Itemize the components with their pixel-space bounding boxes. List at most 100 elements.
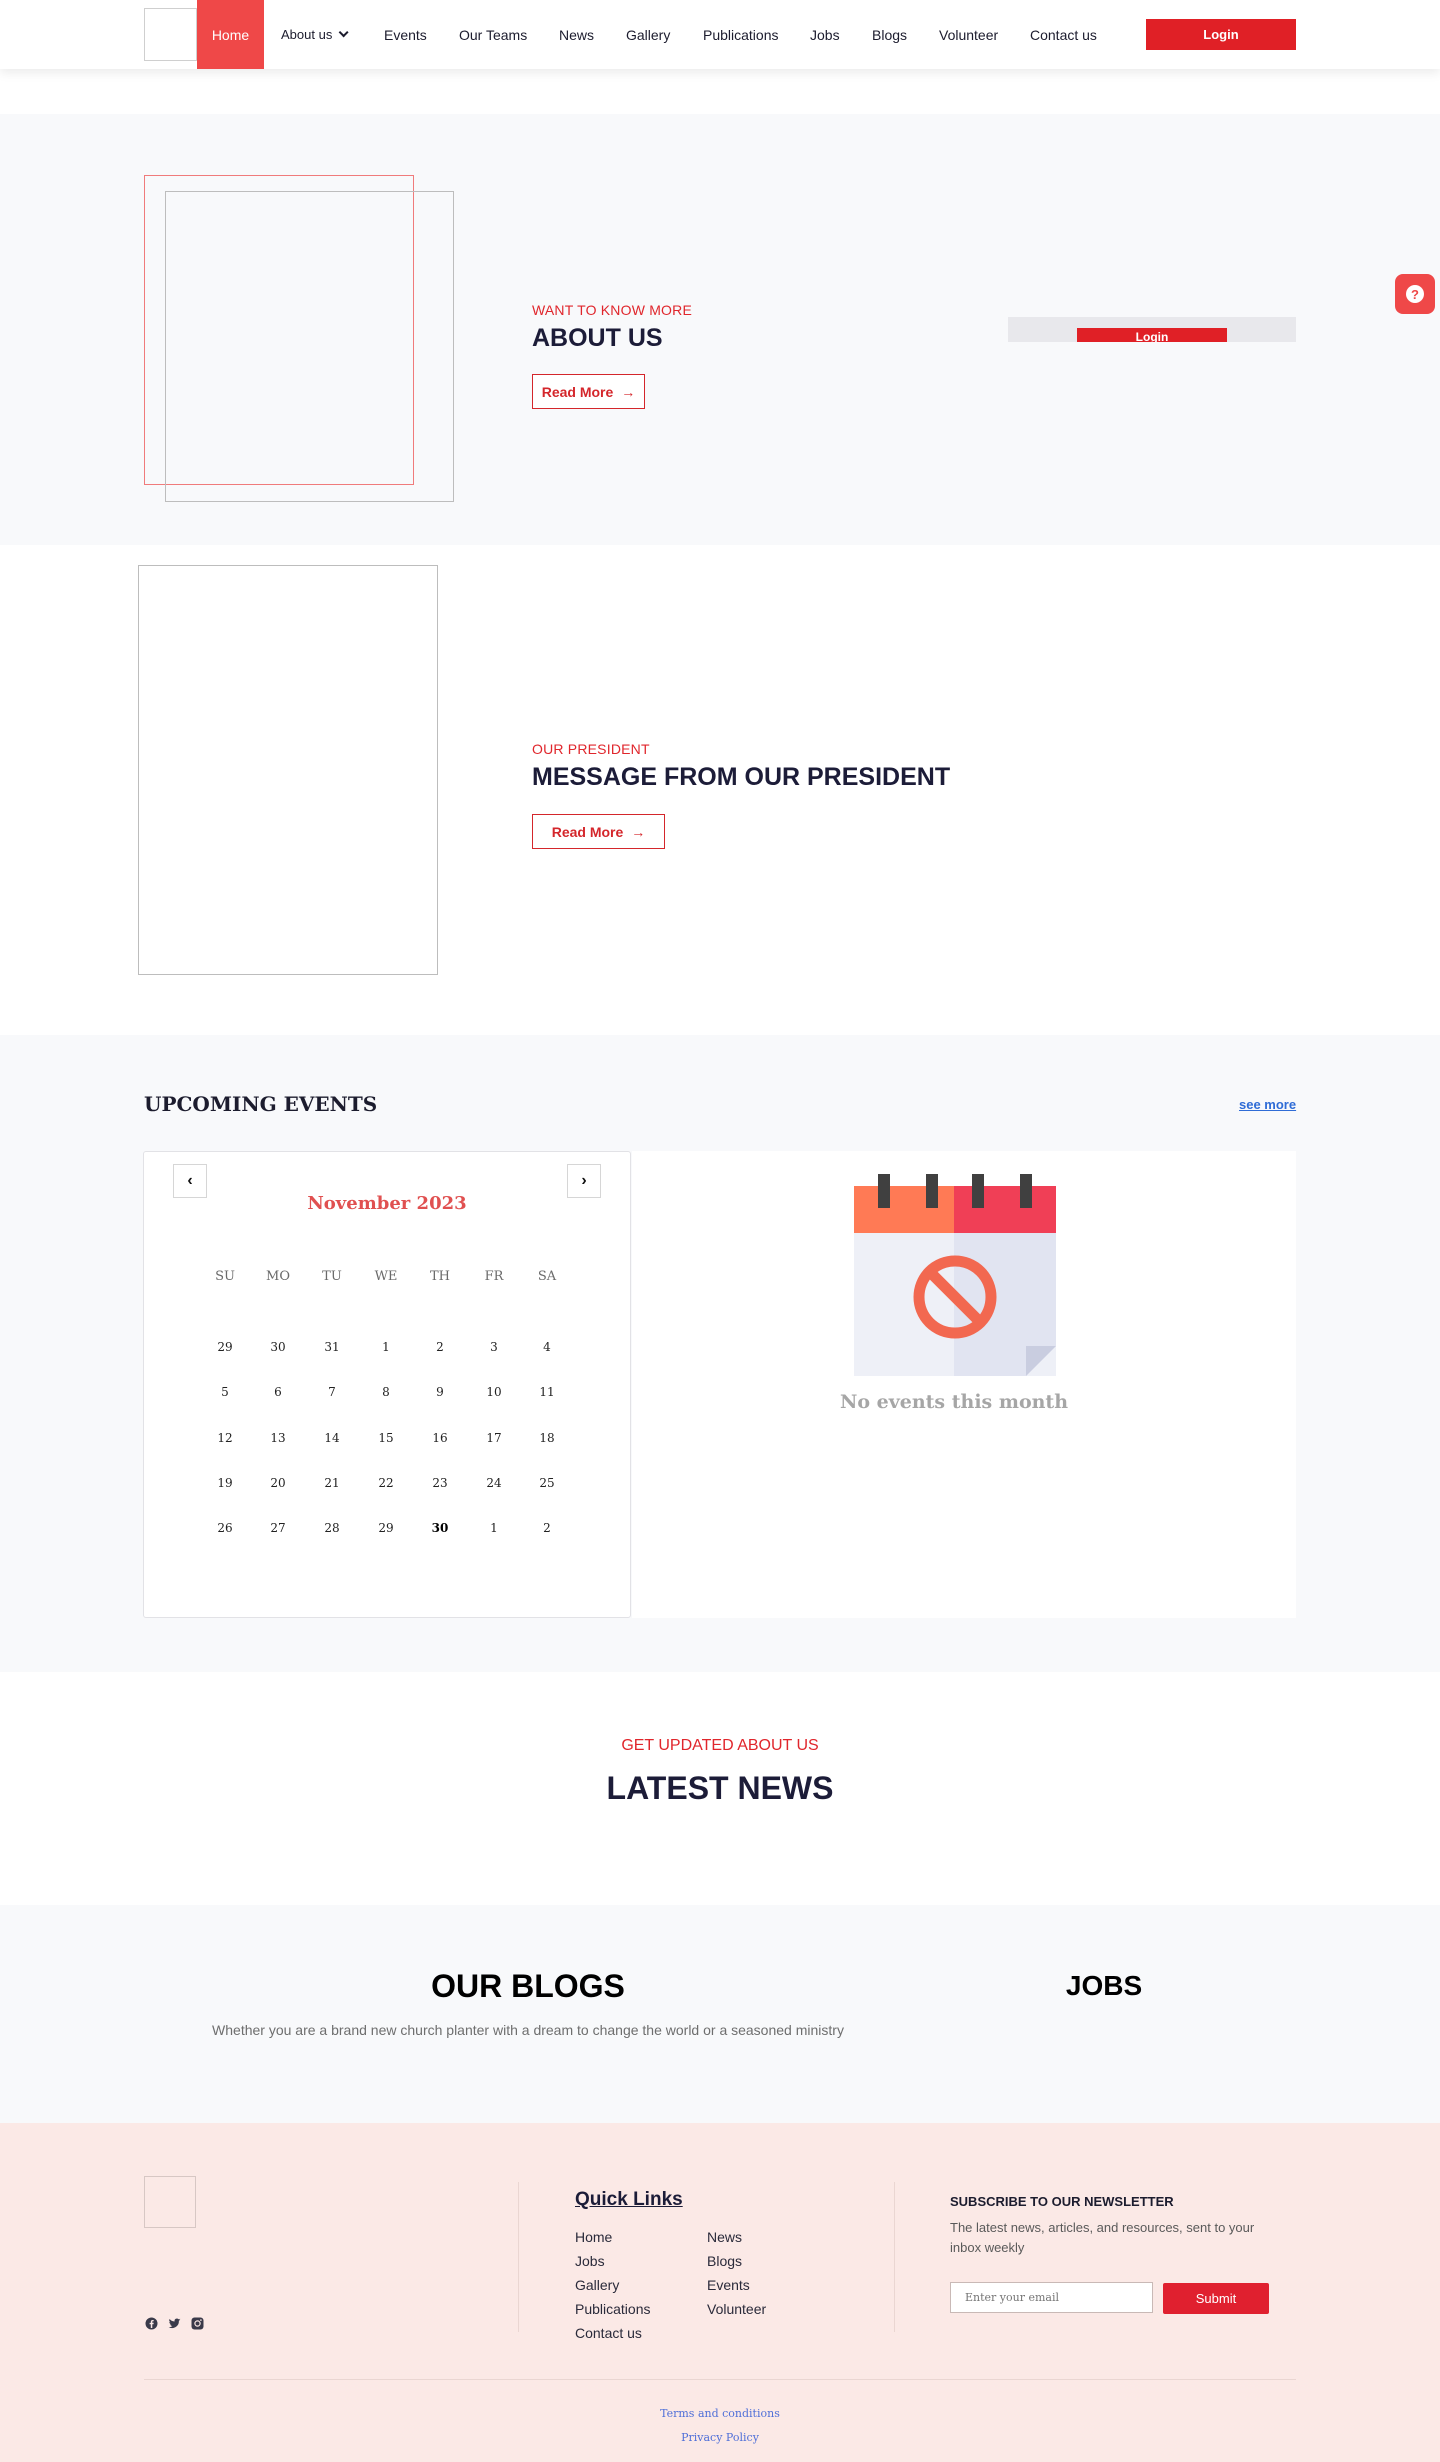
footer-link-news[interactable]: News [707, 2229, 742, 2245]
footer-link-events[interactable]: Events [707, 2277, 750, 2293]
president-title: MESSAGE FROM OUR PRESIDENT [532, 763, 951, 791]
terms-link-text[interactable]: Terms and conditions [660, 2407, 780, 2420]
calendar-day[interactable]: 2 [415, 1340, 465, 1354]
calendar-weekday: FR [484, 1269, 504, 1284]
jobs-title: JOBS [1065, 1970, 1143, 2001]
calendar-day[interactable]: 28 [307, 1521, 357, 1535]
chevron-left-icon: ‹ [187, 1172, 193, 1189]
chevron-down-icon [338, 27, 349, 38]
calendar-day[interactable]: 16 [415, 1431, 465, 1445]
nav-blogs[interactable]: Blogs [872, 0, 907, 69]
about-read-more-button[interactable]: Read More → [532, 374, 645, 409]
newsletter-submit-button[interactable]: Submit [1163, 2283, 1269, 2314]
calendar-day[interactable]: 29 [361, 1521, 411, 1535]
footer-bottom-divider [144, 2379, 1296, 2380]
read-more-label: Read More [541, 383, 614, 400]
calendar-day[interactable]: 13 [253, 1431, 303, 1445]
nav-events[interactable]: Events [384, 0, 427, 69]
nav-volunteer[interactable]: Volunteer [939, 0, 998, 69]
nav-about-label: About us [281, 27, 333, 42]
embedded-login-button[interactable]: Login [1077, 328, 1227, 342]
calendar-day[interactable]: 5 [200, 1385, 250, 1399]
calendar-day[interactable]: 12 [200, 1431, 250, 1445]
calendar-month: November 2023 [307, 1193, 467, 1214]
calendar-weekday: TH [429, 1269, 450, 1284]
calendar-day[interactable]: 25 [522, 1476, 572, 1490]
about-eyebrow: WANT TO KNOW MORE [532, 302, 692, 318]
arrow-right-icon: → [631, 823, 646, 840]
calendar-day[interactable]: 31 [307, 1340, 357, 1354]
calendar-day[interactable]: 17 [469, 1431, 519, 1445]
navbar: Home About us Events Our Teams News Gall… [0, 0, 1440, 69]
newsletter-email-input[interactable] [950, 2282, 1153, 2313]
footer-link-home[interactable]: Home [575, 2229, 612, 2245]
nav-contact[interactable]: Contact us [1030, 0, 1097, 69]
footer-link-jobs[interactable]: Jobs [575, 2253, 605, 2269]
nav-about-dropdown[interactable]: About us [281, 0, 349, 69]
calendar-day[interactable]: 29 [200, 1340, 250, 1354]
calendar-day[interactable]: 6 [253, 1385, 303, 1399]
nav-gallery[interactable]: Gallery [626, 0, 670, 69]
calendar-weekday: MO [266, 1269, 290, 1284]
site-logo[interactable] [144, 8, 197, 61]
calendar-day[interactable]: 15 [361, 1431, 411, 1445]
calendar-day[interactable]: 23 [415, 1476, 465, 1490]
nav-jobs[interactable]: Jobs [810, 0, 840, 69]
nav-news[interactable]: News [559, 0, 594, 69]
calendar-day[interactable]: 8 [361, 1385, 411, 1399]
blogs-section [0, 1905, 1440, 2123]
twitter-icon[interactable] [168, 2317, 181, 2330]
instagram-icon[interactable] [191, 2317, 204, 2330]
footer-divider [894, 2182, 895, 2332]
calendar-blocked-icon [854, 1174, 1056, 1376]
calendar-day[interactable]: 2 [522, 1521, 572, 1535]
footer-link-publications[interactable]: Publications [575, 2301, 651, 2317]
calendar-day[interactable]: 14 [307, 1431, 357, 1445]
president-image-frame [138, 565, 438, 975]
calendar-day[interactable]: 30 [253, 1340, 303, 1354]
help-button[interactable]: ? [1395, 274, 1435, 314]
calendar-day[interactable]: 22 [361, 1476, 411, 1490]
calendar-weekday: SU [215, 1269, 235, 1284]
nav-our-teams[interactable]: Our Teams [459, 0, 527, 69]
events-title: UPCOMING EVENTS [144, 1092, 378, 1116]
see-more-link[interactable]: see more [1239, 1097, 1296, 1112]
login-button[interactable]: Login [1146, 19, 1296, 50]
calendar-day[interactable]: 4 [522, 1340, 572, 1354]
calendar-day[interactable]: 7 [307, 1385, 357, 1399]
newsletter-text: The latest news, articles, and resources… [950, 2220, 1255, 2255]
privacy-link-text[interactable]: Privacy Policy [681, 2431, 759, 2444]
blogs-title: OUR BLOGS [431, 1968, 625, 2004]
calendar-day[interactable]: 18 [522, 1431, 572, 1445]
footer-link-blogs[interactable]: Blogs [707, 2253, 742, 2269]
footer-divider [518, 2182, 519, 2332]
footer-link-gallery[interactable]: Gallery [575, 2277, 619, 2293]
calendar-weekday: SA [537, 1269, 557, 1284]
about-title: ABOUT US [532, 324, 663, 352]
calendar-day-today[interactable]: 30 [415, 1521, 465, 1535]
nav-publications[interactable]: Publications [703, 0, 779, 69]
no-events-message: No events this month [839, 1391, 1069, 1413]
footer-link-contact[interactable]: Contact us [575, 2325, 642, 2341]
calendar-day[interactable]: 26 [200, 1521, 250, 1535]
calendar-day[interactable]: 21 [307, 1476, 357, 1490]
footer-link-volunteer[interactable]: Volunteer [707, 2301, 766, 2317]
calendar-day[interactable]: 9 [415, 1385, 465, 1399]
calendar-day[interactable]: 1 [361, 1340, 411, 1354]
president-read-more-button[interactable]: Read More → [532, 814, 665, 849]
calendar-day[interactable]: 3 [469, 1340, 519, 1354]
president-eyebrow: OUR PRESIDENT [532, 741, 650, 757]
chevron-right-icon: › [581, 1172, 587, 1189]
calendar-day[interactable]: 10 [469, 1385, 519, 1399]
facebook-icon[interactable] [145, 2317, 158, 2330]
calendar-day[interactable]: 19 [200, 1476, 250, 1490]
newsletter-title: SUBSCRIBE TO OUR NEWSLETTER [950, 2194, 1174, 2209]
footer-logo[interactable] [144, 2176, 196, 2228]
calendar-day[interactable]: 1 [469, 1521, 519, 1535]
calendar-day[interactable]: 27 [253, 1521, 303, 1535]
nav-home[interactable]: Home [197, 0, 264, 69]
calendar-day[interactable]: 20 [253, 1476, 303, 1490]
news-eyebrow: GET UPDATED ABOUT US [621, 1737, 819, 1754]
calendar-day[interactable]: 11 [522, 1385, 572, 1399]
calendar-day[interactable]: 24 [469, 1476, 519, 1490]
